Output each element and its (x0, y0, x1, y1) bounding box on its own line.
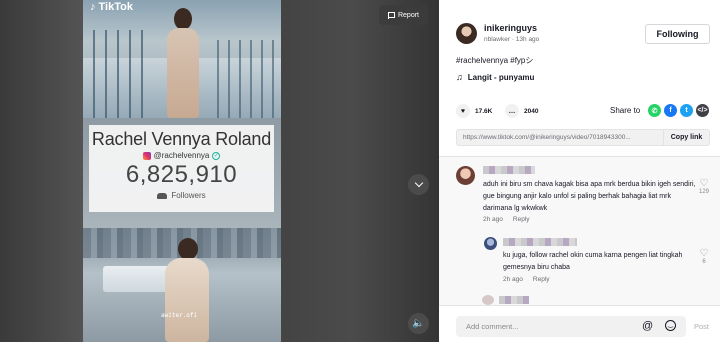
music-note-icon: ♫ (456, 72, 463, 82)
comment-like-count: 129 (698, 189, 709, 195)
like-count: 17.6K (475, 107, 493, 115)
post-button[interactable]: Post (694, 322, 709, 331)
comment-stat[interactable]: … 2040 (505, 104, 538, 118)
next-video-button[interactable] (408, 174, 429, 195)
video-watermark: awiter.ofi (161, 312, 198, 319)
profile-handle: @rachelvennya (153, 151, 210, 160)
follower-count-card: Rachel Vennya Roland @rachelvennya ✓ 6,8… (89, 125, 274, 212)
emoji-icon[interactable]: ‿ (665, 320, 676, 331)
comment-like[interactable]: ♡ 129 (696, 178, 712, 196)
twitter-icon[interactable]: t (680, 104, 693, 117)
comment-composer: @ ‿ Post (439, 305, 720, 342)
mention-icon[interactable]: @ (642, 321, 653, 332)
speaker-icon: 🔈 (412, 318, 425, 329)
report-button[interactable]: Report (379, 5, 428, 25)
comment-username-redacted (499, 296, 529, 304)
reply-like[interactable]: ♡ 6 (696, 248, 712, 266)
profile-name: Rachel Vennya Roland (91, 129, 272, 149)
person-figure (165, 6, 201, 118)
video-player: awiter.ofi Rachel Vennya Roland @rachelv… (0, 0, 439, 342)
tiktok-logo: ♪ TikTok (90, 1, 133, 13)
profile-handle-row: @rachelvennya ✓ (89, 151, 274, 160)
share-label: Share to (610, 106, 641, 115)
reply-button[interactable]: Reply (513, 216, 530, 223)
comment-count: 2040 (524, 107, 539, 115)
video-photo-top (83, 0, 281, 118)
share-link-box: https://www.tiktok.com/@inikeringuys/vid… (456, 129, 710, 146)
follower-count: 6,825,910 (125, 161, 238, 188)
author-username[interactable]: inikeringuys (484, 23, 537, 33)
comment-list[interactable]: aduh ini biru sm chava kagak bisa apa mr… (439, 157, 720, 305)
copy-link-button[interactable]: Copy link (663, 130, 709, 145)
reply-button[interactable]: Reply (533, 276, 550, 283)
reply-username-redacted (503, 238, 577, 246)
comment-avatar[interactable] (482, 295, 494, 305)
embed-icon[interactable]: </> (696, 104, 709, 117)
tiktok-note-icon: ♪ (90, 1, 96, 13)
comment-time: 2h ago (483, 216, 503, 223)
facebook-icon[interactable]: f (664, 104, 677, 117)
reply-avatar[interactable] (484, 237, 497, 250)
details-panel: inikeringuys nblawker · 13h ago Followin… (439, 0, 720, 342)
comment-text: aduh ini biru sm chava kagak bisa apa mr… (483, 181, 696, 212)
comment-icon: … (505, 104, 519, 118)
comment-username-redacted (483, 166, 535, 174)
flag-icon (387, 11, 395, 19)
followers-label-row: Followers (89, 191, 274, 200)
reply-text: ku juga, follow rachel okin cuma karna p… (503, 252, 683, 271)
verified-icon: ✓ (212, 151, 221, 160)
reply-time: 2h ago (503, 276, 523, 283)
like-stat[interactable]: ♥ 17.6K (456, 104, 492, 118)
comment-avatar[interactable] (456, 166, 475, 185)
followers-label: Followers (171, 191, 206, 200)
instagram-icon (142, 151, 151, 160)
person-figure (163, 238, 211, 342)
video-caption[interactable]: #rachelvennya #fypシ (456, 55, 533, 66)
share-link-url[interactable]: https://www.tiktok.com/@inikeringuys/vid… (457, 134, 663, 141)
heart-outline-icon: ♡ (699, 178, 709, 189)
chevron-down-icon (414, 178, 423, 188)
following-button[interactable]: Following (645, 24, 710, 44)
author-subline: nblawker · 13h ago (484, 36, 540, 43)
users-icon (157, 192, 168, 199)
video-photo-bottom: awiter.ofi (83, 228, 281, 342)
sound-toggle-button[interactable]: 🔈 (408, 313, 429, 334)
whatsapp-icon[interactable]: ✆ (648, 104, 661, 117)
music-link[interactable]: ♫ Langit - punyamu (456, 72, 534, 82)
heart-outline-icon: ♡ (699, 248, 709, 259)
reply-meta: 2h ago Reply (503, 276, 550, 283)
comment-meta: 2h ago Reply (483, 216, 530, 223)
reply-like-count: 6 (702, 259, 706, 265)
author-avatar[interactable] (456, 23, 477, 44)
heart-icon: ♥ (456, 104, 470, 118)
